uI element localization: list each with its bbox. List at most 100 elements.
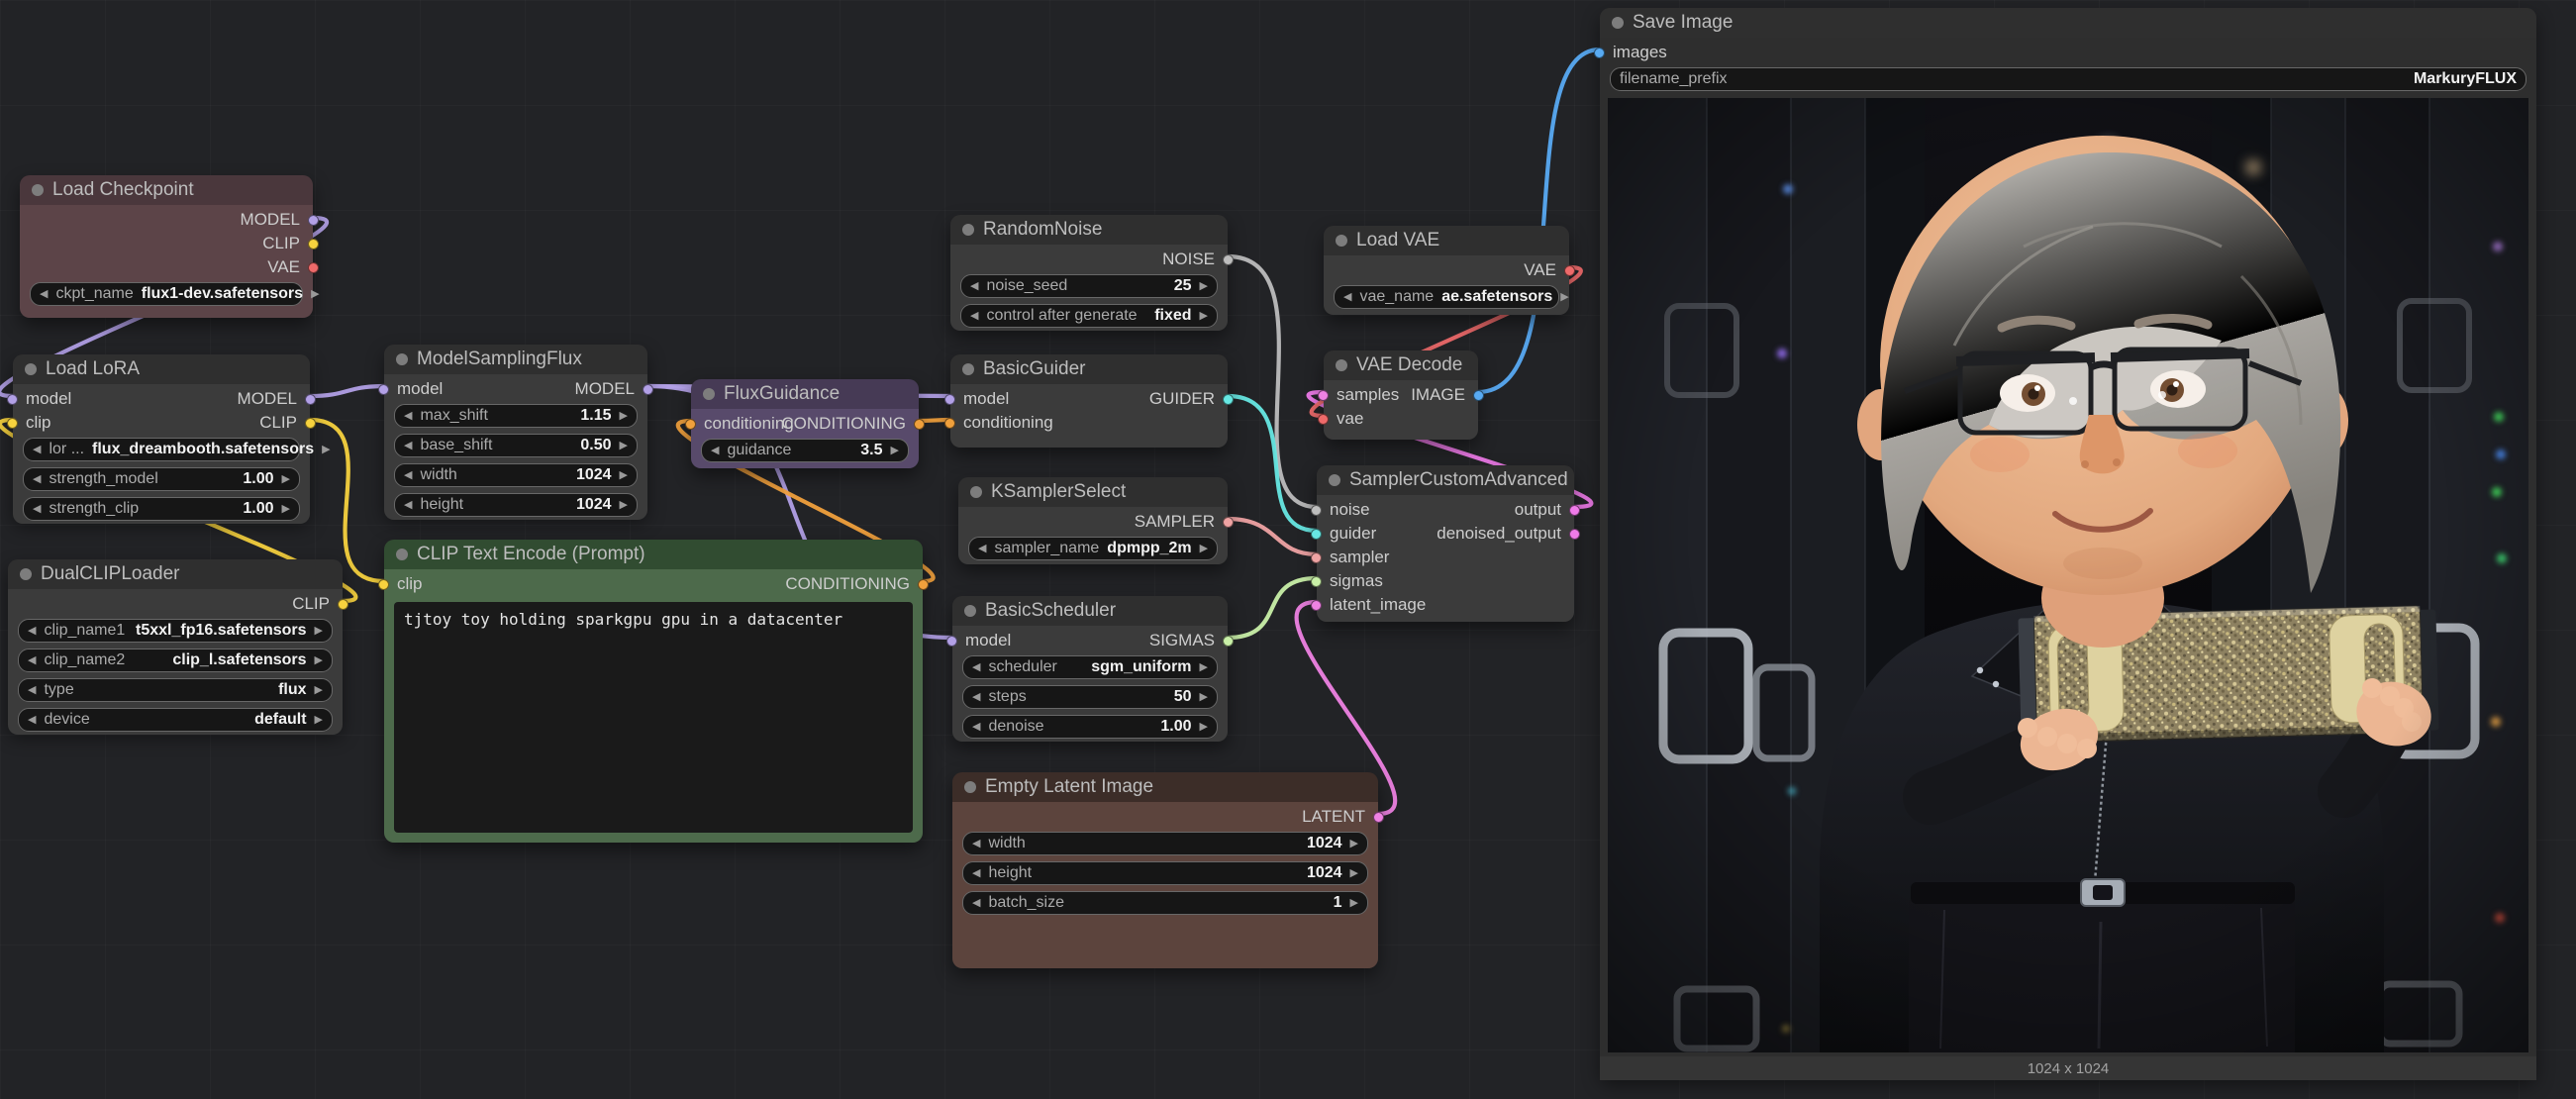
clip-port-dot[interactable] bbox=[338, 599, 348, 610]
next-arrow-icon[interactable]: ▶ bbox=[1200, 311, 1208, 322]
port-sigmas-output[interactable]: SIGMAS bbox=[1149, 629, 1228, 652]
port-clip-input[interactable]: clip bbox=[384, 572, 423, 596]
node-empty-latent-image[interactable]: Empty Latent Image LATENT ◀width1024▶ ◀h… bbox=[952, 772, 1378, 968]
port-sigmas-input[interactable]: sigmas bbox=[1317, 569, 1383, 593]
port-conditioning-output[interactable]: CONDITIONING bbox=[781, 412, 919, 436]
collapse-dot[interactable] bbox=[964, 605, 976, 617]
widget-noise-seed[interactable]: ◀noise_seed25▶ bbox=[960, 274, 1218, 298]
widget-sampler-name[interactable]: ◀sampler_namedpmpp_2m▶ bbox=[968, 537, 1218, 560]
images-port-dot[interactable] bbox=[1594, 48, 1605, 58]
port-vae-input[interactable]: vae bbox=[1324, 407, 1363, 431]
prev-arrow-icon[interactable]: ◀ bbox=[404, 500, 412, 511]
port-conditioning-input[interactable]: conditioning bbox=[950, 411, 1053, 435]
widget-height[interactable]: ◀height1024▶ bbox=[394, 493, 638, 517]
prev-arrow-icon[interactable]: ◀ bbox=[28, 685, 36, 696]
model-port-dot[interactable] bbox=[7, 394, 18, 405]
node-clip-text-encode[interactable]: CLIP Text Encode (Prompt) clip CONDITION… bbox=[384, 540, 923, 843]
port-samples-input[interactable]: samples bbox=[1324, 383, 1399, 407]
collapse-dot[interactable] bbox=[703, 388, 715, 400]
sampler-port-dot[interactable] bbox=[1311, 552, 1322, 563]
next-arrow-icon[interactable]: ▶ bbox=[1350, 839, 1358, 849]
node-header[interactable]: KSamplerSelect bbox=[958, 477, 1228, 507]
vae-port-dot[interactable] bbox=[308, 262, 319, 273]
node-header[interactable]: RandomNoise bbox=[950, 215, 1228, 245]
prev-arrow-icon[interactable]: ◀ bbox=[972, 662, 980, 673]
prev-arrow-icon[interactable]: ◀ bbox=[404, 411, 412, 422]
prev-arrow-icon[interactable]: ◀ bbox=[972, 722, 980, 733]
node-header[interactable]: ModelSamplingFlux bbox=[384, 345, 647, 374]
node-header[interactable]: Load LoRA bbox=[13, 354, 310, 384]
node-model-sampling-flux[interactable]: ModelSamplingFlux model MODEL ◀max_shift… bbox=[384, 345, 647, 515]
port-denoised-output[interactable]: denoised_output bbox=[1437, 522, 1574, 546]
sampler-port-dot[interactable] bbox=[1223, 517, 1234, 528]
widget-batch-size[interactable]: ◀batch_size1▶ bbox=[962, 891, 1368, 915]
sigmas-port-dot[interactable] bbox=[1223, 636, 1234, 647]
port-guider-input[interactable]: guider bbox=[1317, 522, 1376, 546]
node-header[interactable]: VAE Decode bbox=[1324, 350, 1478, 380]
prev-arrow-icon[interactable]: ◀ bbox=[33, 474, 41, 485]
widget-strength-model[interactable]: ◀strength_model1.00▶ bbox=[23, 467, 300, 491]
clip-port-dot[interactable] bbox=[378, 579, 389, 590]
vae-port-dot[interactable] bbox=[1318, 414, 1329, 425]
collapse-dot[interactable] bbox=[1336, 235, 1347, 247]
next-arrow-icon[interactable]: ▶ bbox=[315, 626, 323, 637]
collapse-dot[interactable] bbox=[1329, 474, 1340, 486]
prev-arrow-icon[interactable]: ◀ bbox=[972, 868, 980, 879]
clip-port-dot[interactable] bbox=[7, 418, 18, 429]
widget-clip-name2[interactable]: ◀clip_name2clip_l.safetensors▶ bbox=[18, 649, 333, 672]
collapse-dot[interactable] bbox=[970, 486, 982, 498]
next-arrow-icon[interactable]: ▶ bbox=[620, 411, 628, 422]
port-model-input[interactable]: model bbox=[13, 387, 71, 411]
widget-strength-clip[interactable]: ◀strength_clip1.00▶ bbox=[23, 497, 300, 521]
node-graph-canvas[interactable]: Load Checkpoint MODEL CLIP VAE ◀ckpt_nam… bbox=[0, 0, 2576, 1099]
port-sampler-input[interactable]: sampler bbox=[1317, 546, 1389, 569]
next-arrow-icon[interactable]: ▶ bbox=[1200, 692, 1208, 703]
widget-control-after-generate[interactable]: ◀control after generatefixed▶ bbox=[960, 304, 1218, 328]
next-arrow-icon[interactable]: ▶ bbox=[282, 504, 290, 515]
widget-base-shift[interactable]: ◀base_shift0.50▶ bbox=[394, 434, 638, 457]
next-arrow-icon[interactable]: ▶ bbox=[315, 715, 323, 726]
widget-vae-name[interactable]: ◀vae_nameae.safetensors▶ bbox=[1334, 285, 1559, 309]
node-flux-guidance[interactable]: FluxGuidance conditioning CONDITIONING ◀… bbox=[691, 379, 919, 468]
next-arrow-icon[interactable]: ▶ bbox=[1350, 898, 1358, 909]
prev-arrow-icon[interactable]: ◀ bbox=[970, 311, 978, 322]
guider-port-dot[interactable] bbox=[1223, 394, 1234, 405]
node-save-image[interactable]: Save Image images filename_prefixMarkury… bbox=[1600, 8, 2536, 1077]
collapse-dot[interactable] bbox=[964, 781, 976, 793]
port-model-input[interactable]: model bbox=[952, 629, 1011, 652]
port-model-output[interactable]: MODEL bbox=[241, 208, 313, 232]
node-header[interactable]: FluxGuidance bbox=[691, 379, 919, 409]
next-arrow-icon[interactable]: ▶ bbox=[1350, 868, 1358, 879]
port-conditioning-input[interactable]: conditioning bbox=[691, 412, 794, 436]
node-header[interactable]: DualCLIPLoader bbox=[8, 559, 343, 589]
node-basic-guider[interactable]: BasicGuider model GUIDER conditioning bbox=[950, 354, 1228, 448]
model-port-dot[interactable] bbox=[946, 636, 957, 647]
port-latent-output[interactable]: LATENT bbox=[1302, 805, 1378, 829]
port-guider-output[interactable]: GUIDER bbox=[1149, 387, 1228, 411]
node-load-vae[interactable]: Load VAE VAE ◀vae_nameae.safetensors▶ bbox=[1324, 226, 1569, 315]
collapse-dot[interactable] bbox=[1612, 17, 1624, 29]
next-arrow-icon[interactable]: ▶ bbox=[620, 441, 628, 451]
next-arrow-icon[interactable]: ▶ bbox=[1200, 544, 1208, 554]
widget-width[interactable]: ◀width1024▶ bbox=[394, 463, 638, 487]
collapse-dot[interactable] bbox=[20, 568, 32, 580]
clip-port-dot[interactable] bbox=[308, 239, 319, 250]
node-header[interactable]: Load Checkpoint bbox=[20, 175, 313, 205]
next-arrow-icon[interactable]: ▶ bbox=[315, 685, 323, 696]
port-model-input[interactable]: model bbox=[384, 377, 443, 401]
port-clip-output[interactable]: CLIP bbox=[292, 592, 343, 616]
collapse-dot[interactable] bbox=[1336, 359, 1347, 371]
widget-guidance[interactable]: ◀guidance3.5▶ bbox=[701, 439, 909, 462]
port-clip-output[interactable]: CLIP bbox=[259, 411, 310, 435]
node-dual-clip-loader[interactable]: DualCLIPLoader CLIP ◀clip_name1t5xxl_fp1… bbox=[8, 559, 343, 730]
next-arrow-icon[interactable]: ▶ bbox=[311, 289, 319, 300]
collapse-dot[interactable] bbox=[962, 363, 974, 375]
model-port-dot[interactable] bbox=[378, 384, 389, 395]
conditioning-port-dot[interactable] bbox=[944, 418, 955, 429]
port-noise-input[interactable]: noise bbox=[1317, 498, 1370, 522]
prev-arrow-icon[interactable]: ◀ bbox=[404, 470, 412, 481]
port-model-output[interactable]: MODEL bbox=[238, 387, 310, 411]
conditioning-port-dot[interactable] bbox=[918, 579, 929, 590]
prev-arrow-icon[interactable]: ◀ bbox=[972, 692, 980, 703]
port-latent-image-input[interactable]: latent_image bbox=[1317, 593, 1426, 617]
